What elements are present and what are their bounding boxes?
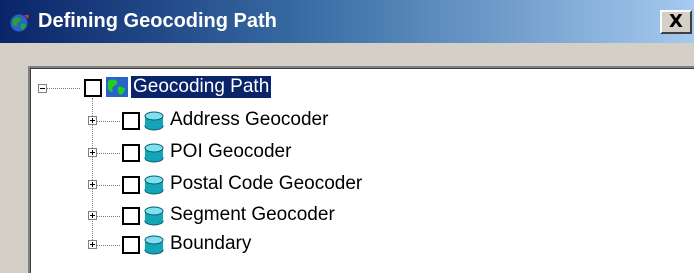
segment-geocoder-checkbox[interactable] xyxy=(122,207,140,225)
plus-icon-stem xyxy=(92,118,93,123)
plus-icon-stem xyxy=(92,150,93,155)
tree-node-segment-geocoder[interactable]: Segment Geocoder xyxy=(170,204,335,226)
globe-icon xyxy=(9,13,29,33)
database-icon xyxy=(144,206,164,226)
database-icon xyxy=(144,143,164,163)
expand-toggle[interactable] xyxy=(88,116,97,125)
database-icon xyxy=(144,235,164,255)
collapse-toggle[interactable] xyxy=(38,84,47,93)
tree-connector xyxy=(44,88,80,89)
tree-node-boundary[interactable]: Boundary xyxy=(170,233,251,255)
minus-icon xyxy=(40,88,45,89)
tree-node-address-geocoder[interactable]: Address Geocoder xyxy=(170,109,328,131)
plus-icon-stem xyxy=(92,242,93,247)
tree-node-postal-code-geocoder[interactable]: Postal Code Geocoder xyxy=(170,173,362,195)
root-checkbox[interactable] xyxy=(84,79,102,97)
expand-toggle[interactable] xyxy=(88,148,97,157)
globe-icon xyxy=(106,77,128,97)
close-button[interactable]: X xyxy=(660,10,692,34)
tree-node-poi-geocoder[interactable]: POI Geocoder xyxy=(170,141,291,163)
plus-icon-stem xyxy=(92,182,93,187)
address-geocoder-checkbox[interactable] xyxy=(122,112,140,130)
tree-node-geocoding-path[interactable]: Geocoding Path xyxy=(129,75,273,99)
poi-geocoder-checkbox[interactable] xyxy=(122,144,140,162)
postal-code-geocoder-checkbox[interactable] xyxy=(122,176,140,194)
window-title: Defining Geocoding Path xyxy=(38,10,277,32)
boundary-checkbox[interactable] xyxy=(122,236,140,254)
plus-icon-stem xyxy=(92,213,93,218)
expand-toggle[interactable] xyxy=(88,211,97,220)
database-icon xyxy=(144,175,164,195)
expand-toggle[interactable] xyxy=(88,240,97,249)
database-icon xyxy=(144,111,164,131)
expand-toggle[interactable] xyxy=(88,180,97,189)
tree-view[interactable]: Geocoding Path Address Geocoder POI Geoc… xyxy=(28,66,694,273)
title-bar[interactable]: Defining Geocoding Path X xyxy=(0,0,694,43)
